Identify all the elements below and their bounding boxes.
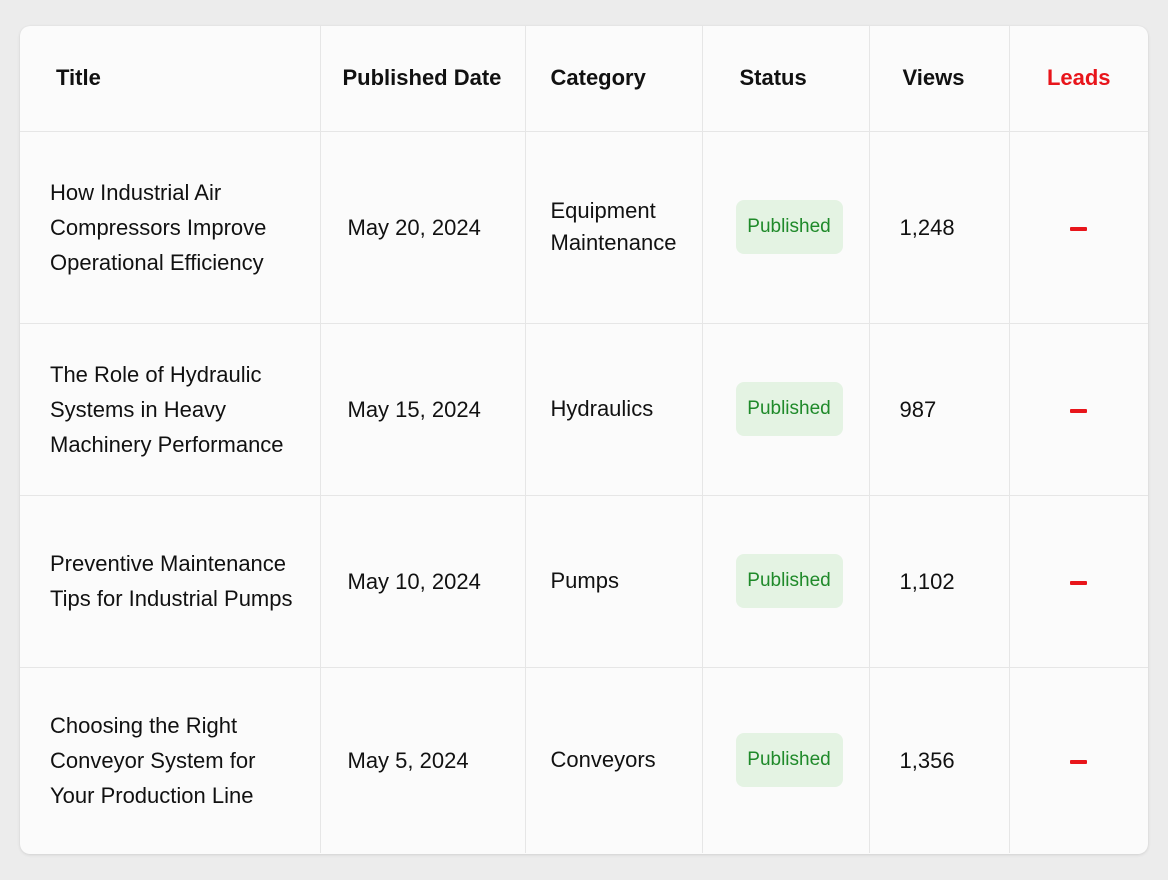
column-header-category[interactable]: Category — [525, 26, 703, 132]
published-date: May 5, 2024 — [320, 667, 526, 853]
status-badge: Published — [735, 382, 843, 436]
column-header-views[interactable]: Views — [869, 26, 1010, 132]
category: Pumps — [525, 495, 703, 668]
table-row[interactable]: Choosing the Right Conveyor System for Y… — [20, 667, 1148, 853]
column-header-leads[interactable]: Leads — [1009, 26, 1148, 132]
column-header-title[interactable]: Title — [20, 26, 321, 132]
status-badge: Published — [735, 554, 843, 608]
views-count: 1,356 — [869, 667, 1010, 853]
published-date: May 15, 2024 — [320, 323, 526, 496]
post-title[interactable]: Preventive Maintenance Tips for Industri… — [20, 495, 321, 668]
table-header-row: Title Published Date Category Status Vie… — [20, 26, 1148, 132]
dash-icon — [1070, 226, 1088, 231]
posts-table: Title Published Date Category Status Vie… — [20, 26, 1148, 853]
table-row[interactable]: How Industrial Air Compressors Improve O… — [20, 131, 1148, 324]
post-title[interactable]: Choosing the Right Conveyor System for Y… — [20, 667, 321, 853]
column-header-published-date[interactable]: Published Date — [320, 26, 526, 132]
post-title[interactable]: How Industrial Air Compressors Improve O… — [20, 131, 321, 324]
views-count: 1,102 — [869, 495, 1010, 668]
category: Conveyors — [525, 667, 703, 853]
views-count: 1,248 — [869, 131, 1010, 324]
published-date: May 10, 2024 — [320, 495, 526, 668]
dash-icon — [1070, 759, 1088, 764]
table-row[interactable]: The Role of Hydraulic Systems in Heavy M… — [20, 323, 1148, 496]
category: Hydraulics — [525, 323, 703, 496]
status-badge: Published — [735, 200, 843, 254]
status-badge: Published — [735, 733, 843, 788]
column-header-status[interactable]: Status — [702, 26, 870, 132]
dash-icon — [1070, 408, 1088, 413]
published-date: May 20, 2024 — [320, 131, 526, 324]
views-count: 987 — [869, 323, 1010, 496]
post-title[interactable]: The Role of Hydraulic Systems in Heavy M… — [20, 323, 321, 496]
posts-table-card: Title Published Date Category Status Vie… — [20, 26, 1148, 854]
table-row[interactable]: Preventive Maintenance Tips for Industri… — [20, 495, 1148, 668]
category: Equipment Maintenance — [525, 131, 703, 324]
dash-icon — [1070, 580, 1088, 585]
